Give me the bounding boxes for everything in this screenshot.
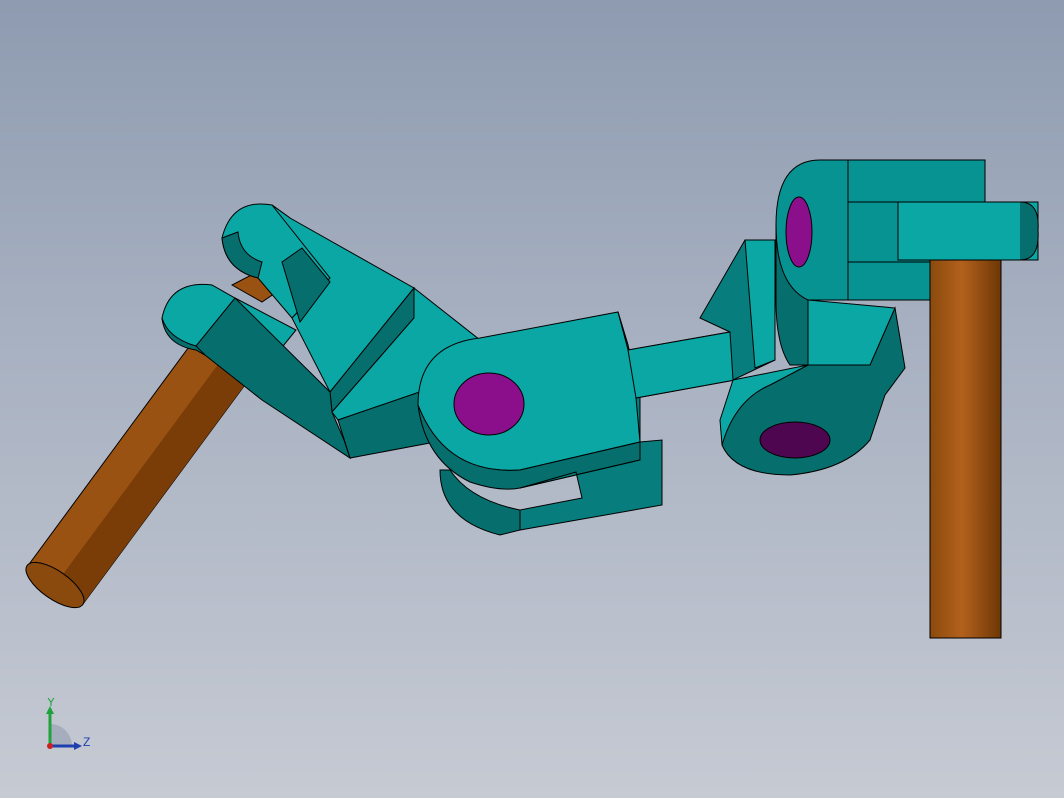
center-pin-hole (453, 372, 525, 436)
triad-origin (47, 743, 53, 749)
3d-viewport[interactable]: Y Z (0, 0, 1064, 798)
right-upper-pin-hole (785, 196, 813, 268)
left-rod[interactable] (19, 257, 307, 616)
right-yoke-cap-round (1019, 201, 1039, 261)
right-rod[interactable] (929, 259, 1002, 639)
triad-quadrant (50, 724, 72, 746)
z-axis-arrow-icon (74, 742, 82, 750)
universal-joint-model[interactable] (0, 0, 1064, 798)
z-axis-label: Z (83, 735, 90, 749)
y-axis-label: Y (47, 698, 55, 709)
right-yoke-cap (897, 201, 1039, 261)
center-block[interactable] (417, 311, 736, 536)
center-shaft (627, 331, 736, 399)
right-rod-body (929, 259, 1002, 639)
axis-triad: Y Z (46, 698, 90, 750)
right-lower-pin-hole (759, 421, 831, 459)
